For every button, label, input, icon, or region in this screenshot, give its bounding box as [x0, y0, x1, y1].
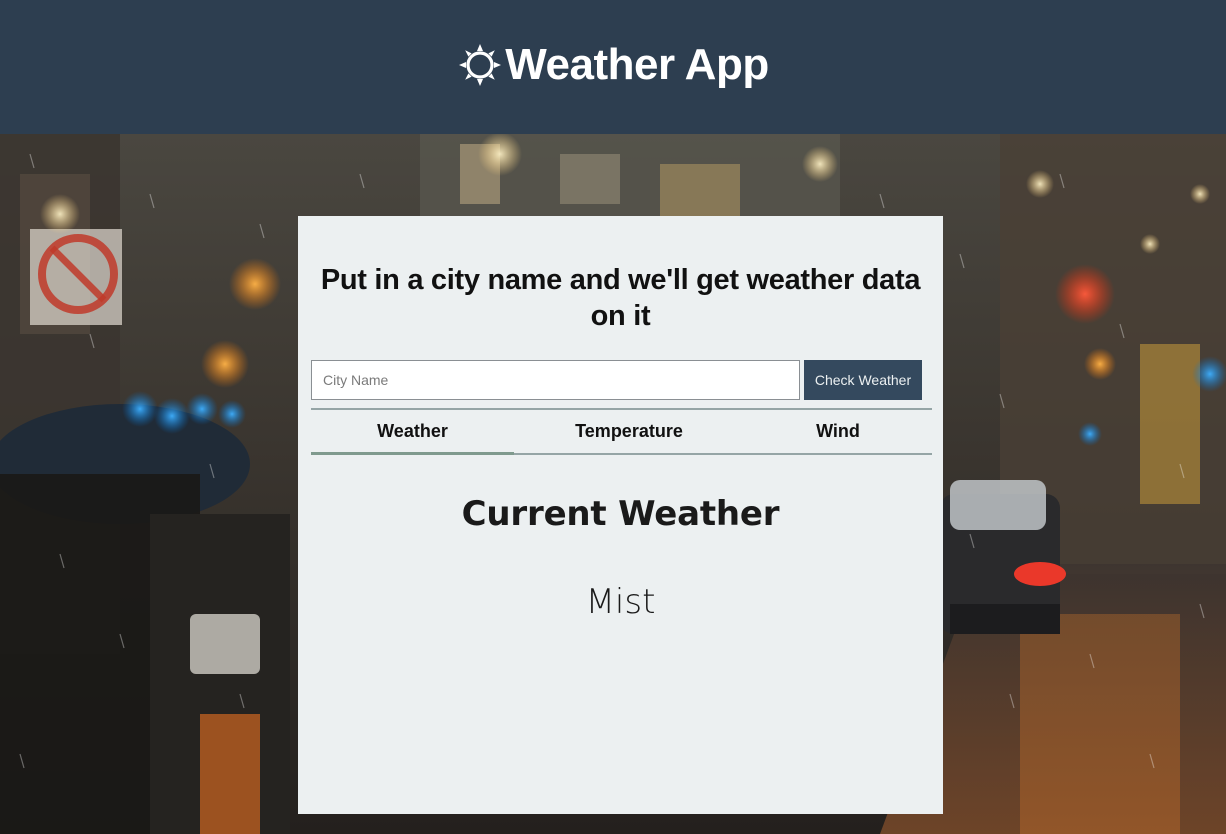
brand: Weather App — [457, 40, 769, 90]
search-form: Check Weather — [311, 360, 922, 400]
weather-condition: Mist — [585, 582, 656, 622]
app-header: Weather App — [0, 0, 1226, 134]
form-heading: Put in a city name and we'll get weather… — [320, 264, 921, 332]
tab-bar: Weather Temperature Wind — [311, 408, 932, 455]
tab-weather[interactable]: Weather — [311, 410, 514, 453]
app-title: Weather App — [505, 40, 769, 89]
sun-icon — [459, 44, 502, 86]
check-weather-button[interactable]: Check Weather — [804, 360, 922, 400]
panel-title: Current Weather — [461, 494, 780, 534]
city-name-input[interactable] — [311, 360, 800, 400]
tab-temperature[interactable]: Temperature — [514, 410, 744, 453]
weather-card: Put in a city name and we'll get weather… — [298, 216, 943, 814]
active-tab-indicator — [311, 452, 514, 455]
tab-wind[interactable]: Wind — [744, 410, 932, 453]
